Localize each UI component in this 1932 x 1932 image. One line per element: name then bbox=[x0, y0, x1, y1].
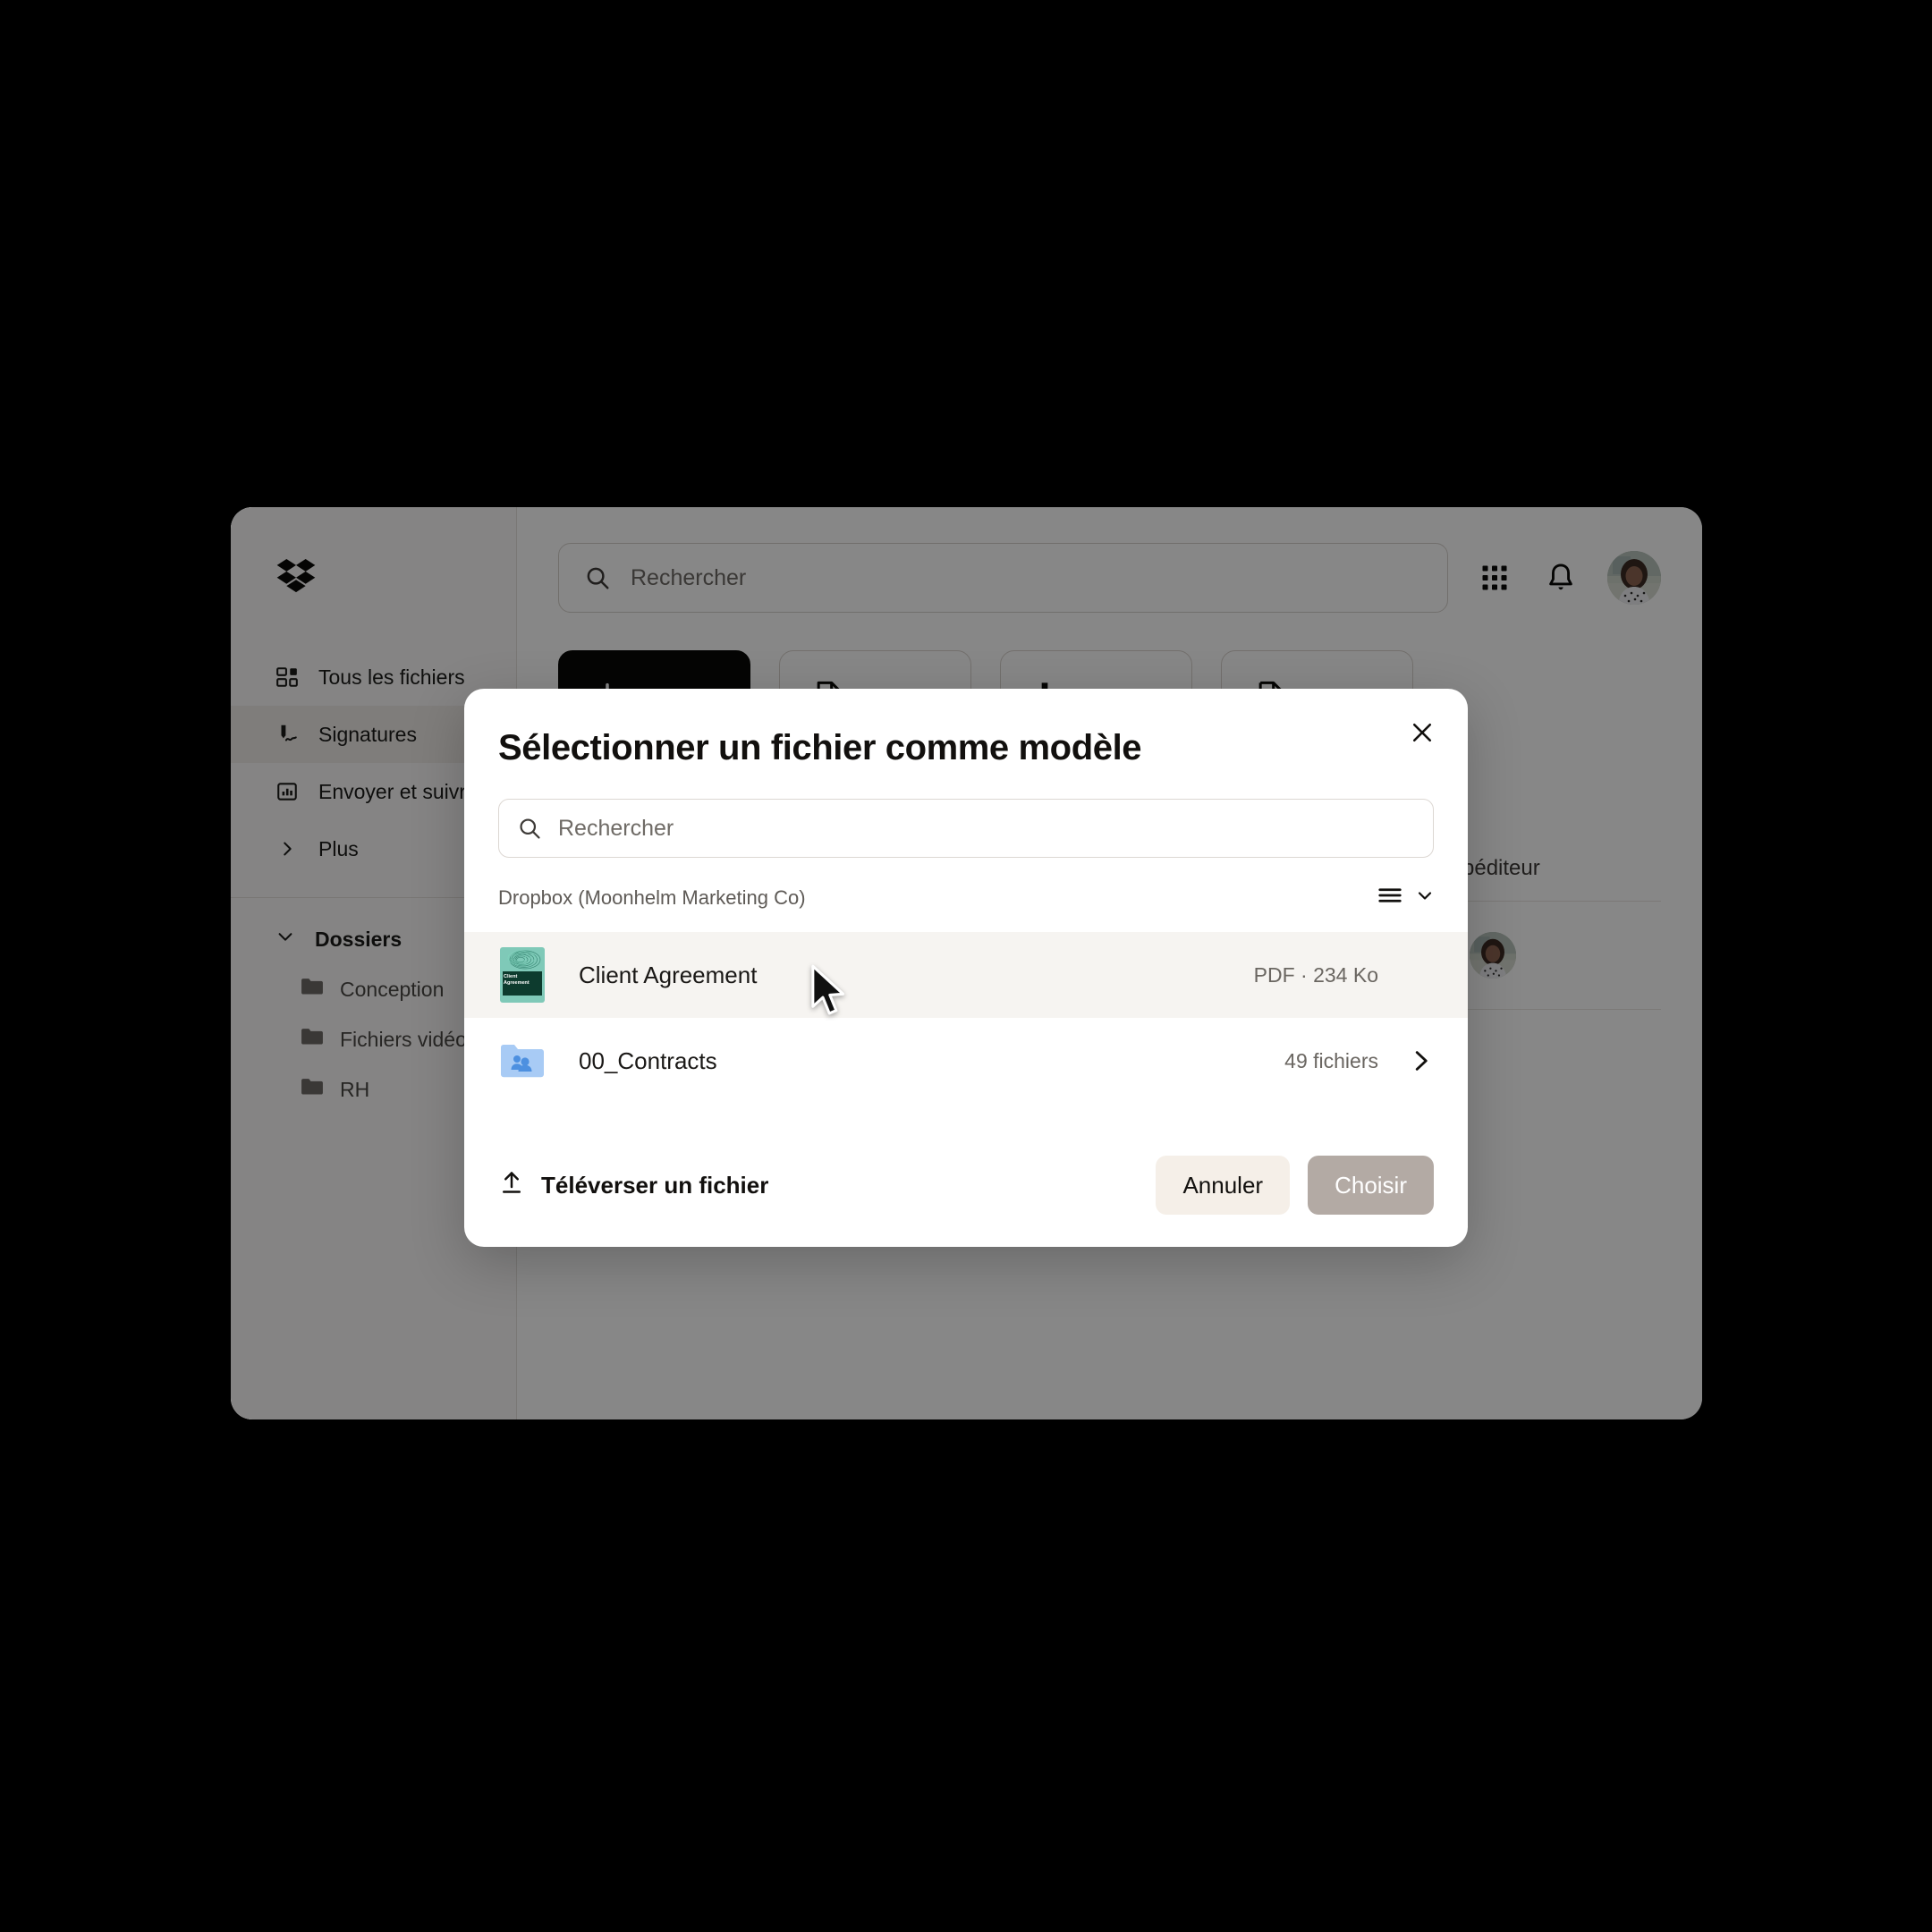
cancel-button[interactable]: Annuler bbox=[1156, 1156, 1291, 1215]
sidebar-folder-label: Conception bbox=[340, 977, 445, 1001]
upload-icon bbox=[498, 1169, 525, 1202]
pdf-thumbnail: Client Agreement bbox=[500, 947, 545, 1003]
sidebar-item-label: Envoyer et suivre bbox=[318, 779, 478, 803]
divider bbox=[1437, 1009, 1661, 1010]
bell-icon[interactable] bbox=[1541, 558, 1580, 597]
chevron-right-icon bbox=[275, 837, 299, 860]
app-topbar: Rechercher bbox=[558, 543, 1661, 613]
search-input[interactable]: Rechercher bbox=[498, 799, 1434, 858]
all-files-icon bbox=[275, 665, 299, 689]
sender-row[interactable] bbox=[1437, 902, 1661, 1009]
file-name: Client Agreement bbox=[579, 961, 758, 988]
close-icon[interactable] bbox=[1402, 712, 1443, 753]
footer-actions: Annuler Choisir bbox=[1156, 1156, 1434, 1215]
search-placeholder: Rechercher bbox=[558, 815, 674, 841]
file-list: Client Agreement Client Agreement PDF · … bbox=[464, 932, 1468, 1104]
search-input[interactable]: Rechercher bbox=[558, 543, 1448, 613]
chevron-down-icon bbox=[1414, 885, 1436, 911]
chevron-right-icon[interactable] bbox=[1398, 1047, 1434, 1074]
sidebar-item-label: Signatures bbox=[318, 722, 417, 746]
sort-and-view-control[interactable] bbox=[1377, 885, 1436, 911]
sidebar-folder-label: Fichiers vidéo bbox=[340, 1027, 467, 1051]
dropbox-logo-icon[interactable] bbox=[275, 559, 317, 595]
thumbnail bbox=[498, 1041, 547, 1080]
folder-icon bbox=[301, 977, 324, 1002]
sidebar-item-label: Tous les fichiers bbox=[318, 665, 465, 689]
avatar[interactable] bbox=[1607, 551, 1661, 605]
file-meta: 49 fichiers bbox=[1284, 1048, 1378, 1072]
sidebar-item-label: Plus bbox=[318, 836, 359, 860]
sender-label: Expéditeur bbox=[1437, 856, 1540, 880]
thumb-title-line-2: Agreement bbox=[504, 979, 530, 986]
breadcrumb-row: Dropbox (Moonhelm Marketing Co) bbox=[464, 858, 1468, 911]
thumbnail: Client Agreement bbox=[498, 947, 547, 1003]
upload-file-label: Téléverser un fichier bbox=[541, 1171, 769, 1199]
search-icon bbox=[517, 816, 542, 841]
sender-column: Expéditeur bbox=[1437, 856, 1661, 1010]
apps-grid-icon[interactable] bbox=[1475, 558, 1514, 597]
shared-folder-icon bbox=[499, 1041, 546, 1080]
dialog-footer: Téléverser un fichier Annuler Choisir bbox=[464, 1123, 1468, 1247]
chevron-down-icon bbox=[275, 927, 295, 952]
file-name: 00_Contracts bbox=[579, 1046, 717, 1074]
list-item[interactable]: 00_Contracts 49 fichiers bbox=[464, 1018, 1468, 1104]
file-meta: PDF · 234 Ko bbox=[1253, 962, 1378, 987]
search-placeholder: Rechercher bbox=[631, 564, 747, 590]
folder-icon bbox=[301, 1077, 324, 1102]
send-track-chart-icon bbox=[275, 780, 299, 803]
upload-file-button[interactable]: Téléverser un fichier bbox=[498, 1169, 768, 1202]
avatar bbox=[1470, 932, 1516, 979]
sidebar-section-label: Dossiers bbox=[315, 927, 402, 951]
breadcrumb: Dropbox (Moonhelm Marketing Co) bbox=[498, 886, 806, 909]
signature-pen-icon bbox=[275, 723, 299, 746]
select-template-dialog: Sélectionner un fichier comme modèle Rec… bbox=[464, 689, 1468, 1247]
choose-button[interactable]: Choisir bbox=[1308, 1156, 1434, 1215]
search-icon bbox=[584, 564, 611, 591]
folder-icon bbox=[301, 1027, 324, 1052]
list-item[interactable]: Client Agreement Client Agreement PDF · … bbox=[464, 932, 1468, 1018]
sidebar-folder-label: RH bbox=[340, 1077, 370, 1101]
list-view-icon bbox=[1377, 885, 1403, 911]
dialog-title: Sélectionner un fichier comme modèle bbox=[498, 728, 1142, 767]
